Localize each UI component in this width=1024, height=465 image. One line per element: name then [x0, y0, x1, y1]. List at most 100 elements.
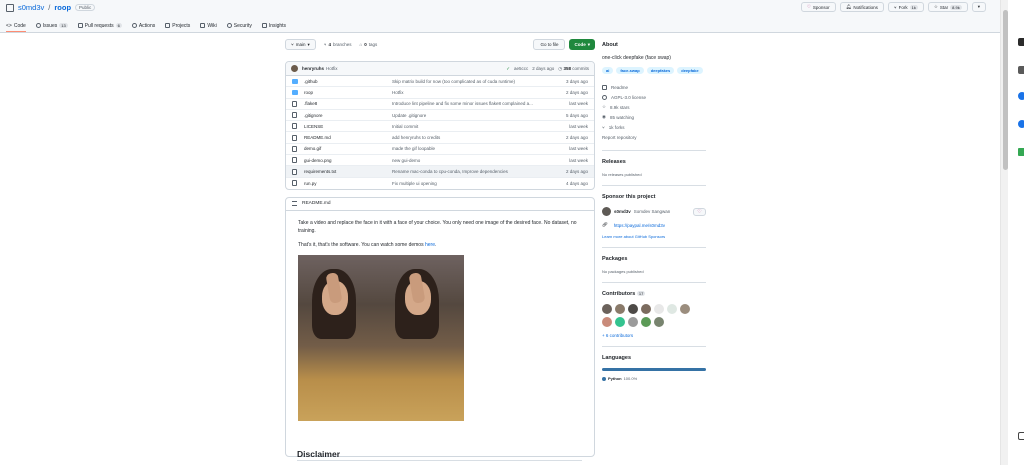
avatar[interactable] — [654, 317, 664, 327]
branch-selector[interactable]: ⑂ main ▾ — [285, 39, 316, 50]
tab-pull-requests[interactable]: Pull requests 6 — [77, 19, 122, 32]
repo-owner-link[interactable]: s0md3v — [18, 3, 44, 12]
file-commit-message[interactable]: Rename mac-conda to cpu-conda, Improve d… — [392, 169, 548, 174]
page-scrollbar[interactable] — [1000, 0, 1008, 465]
tab-code[interactable]: <> Code — [6, 19, 26, 32]
extension-icon[interactable] — [1018, 120, 1024, 128]
license-link[interactable]: AGPL-3.0 license — [602, 92, 706, 102]
avatar[interactable] — [615, 317, 625, 327]
sponsor-heart-button[interactable]: ♡ — [693, 207, 706, 216]
file-name-link[interactable]: run.py — [304, 181, 392, 186]
avatar[interactable] — [628, 317, 638, 327]
stars-link[interactable]: ☆ 8.9k stars — [602, 102, 706, 112]
watching-link[interactable]: ◉ 85 watching — [602, 112, 706, 122]
avatar[interactable] — [615, 304, 625, 314]
avatar[interactable] — [602, 317, 612, 327]
file-row[interactable]: .github Skip matrix build for now (too c… — [286, 76, 594, 88]
file-name-link[interactable]: requirements.txt — [304, 169, 392, 174]
extension-icon[interactable] — [1018, 66, 1024, 74]
report-repository-link[interactable]: Report repository — [602, 132, 706, 142]
avatar[interactable] — [680, 304, 690, 314]
tab-wiki[interactable]: Wiki — [200, 19, 217, 32]
file-name-link[interactable]: gui-demo.png — [304, 158, 392, 163]
avatar[interactable] — [641, 304, 651, 314]
file-commit-message[interactable]: made the gif loopable — [392, 146, 548, 151]
sponsor-username[interactable]: s0md3v — [614, 209, 631, 214]
file-row[interactable]: LICENSE Initial commit last week — [286, 121, 594, 133]
file-commit-message[interactable]: add henryruhs to credits — [392, 135, 548, 140]
file-name-link[interactable]: README.md — [304, 135, 392, 140]
extension-icon[interactable] — [1018, 92, 1024, 100]
file-name-link[interactable]: LICENSE — [304, 124, 392, 129]
tags-link[interactable]: ⌂ 0 tags — [359, 42, 377, 47]
commit-message-link[interactable]: Hotfix — [326, 66, 338, 71]
go-to-file-button[interactable]: Go to file — [533, 39, 566, 50]
topic-tag[interactable]: deepfake — [677, 67, 703, 74]
avatar[interactable] — [654, 304, 664, 314]
chevron-down-icon: ▾ — [977, 4, 980, 9]
star-dropdown-button[interactable]: ▾ — [971, 2, 986, 12]
file-commit-message[interactable]: Introduce lint pipeline and fix some min… — [392, 101, 548, 106]
contributors-heading[interactable]: Contributors 17 — [602, 291, 706, 297]
file-name-link[interactable]: .gitignore — [304, 113, 392, 118]
tab-issues[interactable]: Issues 13 — [35, 19, 68, 32]
star-button[interactable]: ☆ Star 8.9k — [927, 2, 968, 12]
fork-button[interactable]: ⑂ Fork 1k — [887, 2, 924, 12]
file-row[interactable]: .flake8 Introduce lint pipeline and fix … — [286, 99, 594, 110]
releases-heading[interactable]: Releases — [602, 159, 706, 165]
file-row[interactable]: roop Hotfix 2 days ago — [286, 87, 594, 99]
extension-icon[interactable] — [1018, 148, 1024, 156]
file-commit-message[interactable]: Hotfix — [392, 90, 548, 95]
file-name-link[interactable]: demo.gif — [304, 146, 392, 151]
avatar[interactable] — [628, 304, 638, 314]
notifications-button[interactable]: 🔔︎ Notifications — [839, 2, 884, 12]
file-row[interactable]: gui-demo.png new gui-demo last week — [286, 155, 594, 167]
file-row[interactable]: requirements.txt Rename mac-conda to cpu… — [286, 166, 594, 178]
file-row[interactable]: demo.gif made the gif loopable last week — [286, 144, 594, 156]
file-commit-message[interactable]: Initial commit — [392, 124, 548, 129]
learn-sponsors-link[interactable]: Learn more about GitHub Sponsors — [602, 234, 706, 239]
file-name-link[interactable]: .github — [304, 79, 392, 84]
commits-history-link[interactable]: ◷ 358 commits — [558, 66, 589, 72]
topic-tag[interactable]: ai — [602, 67, 614, 74]
avatar[interactable] — [291, 65, 298, 72]
packages-heading[interactable]: Packages — [602, 256, 706, 262]
topic-tag[interactable]: face-swap — [616, 67, 644, 74]
book-icon — [602, 84, 607, 90]
scrollbar-thumb[interactable] — [1002, 10, 1008, 170]
branches-link[interactable]: ⑂ 4 branches — [324, 42, 352, 47]
file-commit-message[interactable]: Fix multiple ui opening — [392, 181, 548, 186]
file-row[interactable]: README.md add henryruhs to credits 2 day… — [286, 132, 594, 144]
repo-name-link[interactable]: roop — [54, 3, 71, 12]
avatar[interactable] — [602, 207, 611, 216]
file-commit-message[interactable]: new gui-demo — [392, 158, 548, 163]
tab-security[interactable]: Security — [226, 19, 252, 32]
file-row[interactable]: run.py Fix multiple ui opening 4 days ag… — [286, 178, 594, 189]
list-icon[interactable] — [292, 201, 297, 207]
tab-actions[interactable]: Actions — [131, 19, 155, 32]
check-icon[interactable]: ✓ — [506, 66, 510, 72]
topic-tag[interactable]: deepfakes — [646, 67, 675, 74]
commit-author-link[interactable]: henryruhs — [302, 66, 324, 71]
file-name-link[interactable]: roop — [304, 90, 392, 95]
extension-icon[interactable] — [1018, 432, 1024, 440]
more-contributors-link[interactable]: + 6 contributors — [602, 333, 706, 338]
demos-link[interactable]: here — [425, 242, 435, 248]
tab-projects[interactable]: Projects — [165, 19, 190, 32]
avatar[interactable] — [641, 317, 651, 327]
avatar[interactable] — [667, 304, 677, 314]
file-row[interactable]: .gitignore Update .gitignore 5 days ago — [286, 110, 594, 122]
readme-link[interactable]: Readme — [602, 82, 706, 92]
file-name-link[interactable]: .flake8 — [304, 101, 392, 106]
avatar[interactable] — [602, 304, 612, 314]
file-commit-message[interactable]: Skip matrix build for now (too complicat… — [392, 79, 548, 84]
file-commit-message[interactable]: Update .gitignore — [392, 113, 548, 118]
paypal-link[interactable]: https://paypal.me/s0md3v — [614, 223, 665, 228]
sponsor-button[interactable]: ♡ Sponsor — [800, 2, 836, 12]
language-entry[interactable]: Python 100.0% — [602, 376, 706, 381]
tab-insights[interactable]: Insights — [261, 19, 286, 32]
code-button[interactable]: Code ▾ — [569, 39, 595, 50]
extension-icon[interactable] — [1018, 38, 1024, 46]
forks-link[interactable]: ⑂ 1k forks — [602, 122, 706, 132]
commit-hash-link[interactable]: ae5ccc — [514, 66, 528, 71]
